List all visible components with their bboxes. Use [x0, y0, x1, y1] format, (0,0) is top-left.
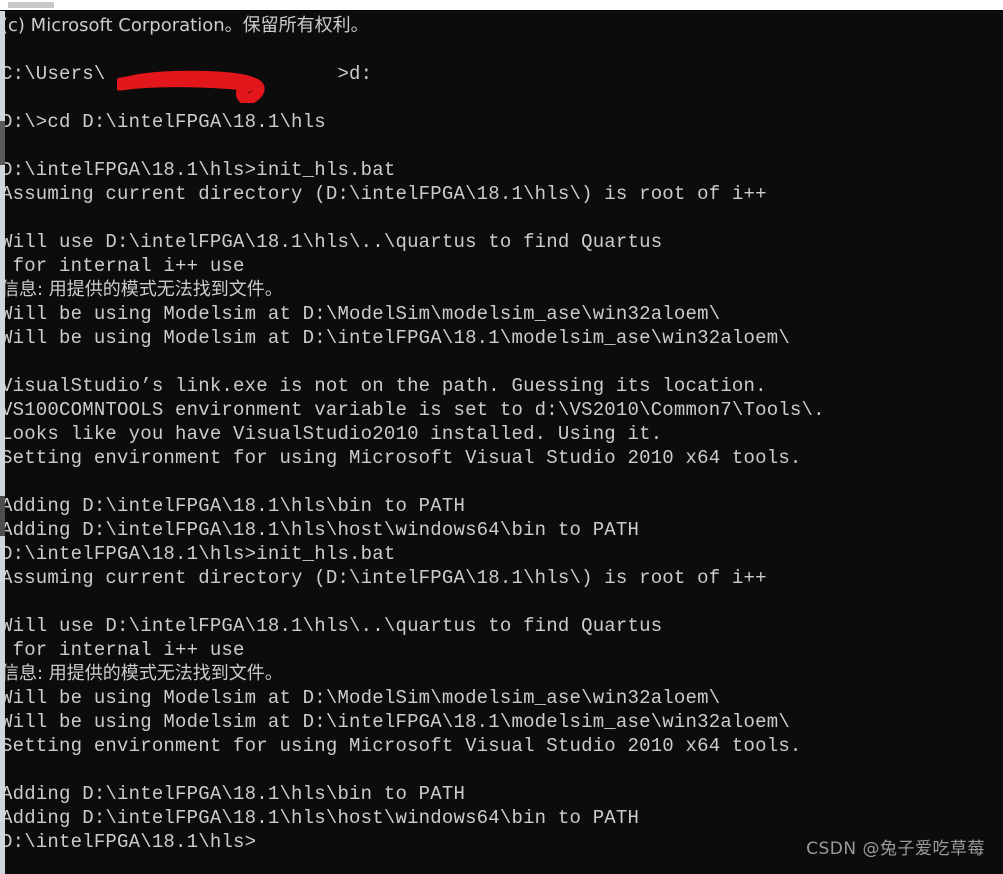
terminal-line: (c) Microsoft Corporation。保留所有权利。	[5, 15, 369, 36]
terminal-line: Adding D:\intelFPGA\18.1\hls\host\window…	[5, 807, 640, 829]
terminal-line: Adding D:\intelFPGA\18.1\hls\host\window…	[5, 519, 640, 541]
terminal-line: 信息: 用提供的模式无法找到文件。	[5, 279, 283, 300]
terminal-line: Adding D:\intelFPGA\18.1\hls\bin to PATH	[5, 783, 466, 805]
terminal-line: VS100COMNTOOLS environment variable is s…	[5, 399, 825, 421]
window-edge-chip	[8, 2, 54, 8]
terminal-line: C:\Users\ >d:	[5, 63, 373, 85]
terminal-line: Will be using Modelsim at D:\intelFPGA\1…	[5, 711, 790, 733]
terminal-line: D:\>cd D:\intelFPGA\18.1\hls	[5, 111, 326, 133]
terminal-line: Assuming current directory (D:\intelFPGA…	[5, 183, 767, 205]
terminal-line: D:\intelFPGA\18.1\hls>init_hls.bat	[5, 159, 396, 181]
screenshot-root: (c) Microsoft Corporation。保留所有权利。 C:\Use…	[0, 0, 1003, 874]
terminal-line: VisualStudio’s link.exe is not on the pa…	[5, 375, 767, 397]
terminal-line: for internal i++ use	[5, 639, 245, 661]
terminal-line: D:\intelFPGA\18.1\hls>init_hls.bat	[5, 543, 396, 565]
terminal-line: Will use D:\intelFPGA\18.1\hls\..\quartu…	[5, 231, 663, 253]
terminal-line: 信息: 用提供的模式无法找到文件。	[5, 663, 283, 684]
terminal-line: Setting environment for using Microsoft …	[5, 447, 802, 469]
terminal-line: Will use D:\intelFPGA\18.1\hls\..\quartu…	[5, 615, 663, 637]
terminal-line: Adding D:\intelFPGA\18.1\hls\bin to PATH	[5, 495, 466, 517]
terminal-line: Will be using Modelsim at D:\ModelSim\mo…	[5, 687, 721, 709]
terminal-console[interactable]: (c) Microsoft Corporation。保留所有权利。 C:\Use…	[5, 11, 1003, 874]
terminal-line: Will be using Modelsim at D:\ModelSim\mo…	[5, 303, 721, 325]
terminal-line: Looks like you have VisualStudio2010 ins…	[5, 423, 663, 445]
csdn-watermark: CSDN @兔子爱吃草莓	[806, 839, 985, 859]
terminal-line: Assuming current directory (D:\intelFPGA…	[5, 567, 767, 589]
terminal-line: Setting environment for using Microsoft …	[5, 735, 802, 757]
terminal-output: (c) Microsoft Corporation。保留所有权利。 C:\Use…	[5, 14, 1001, 854]
terminal-line: Will be using Modelsim at D:\intelFPGA\1…	[5, 327, 790, 349]
outer-window-top-edge	[0, 0, 1003, 11]
terminal-line: for internal i++ use	[5, 255, 245, 277]
